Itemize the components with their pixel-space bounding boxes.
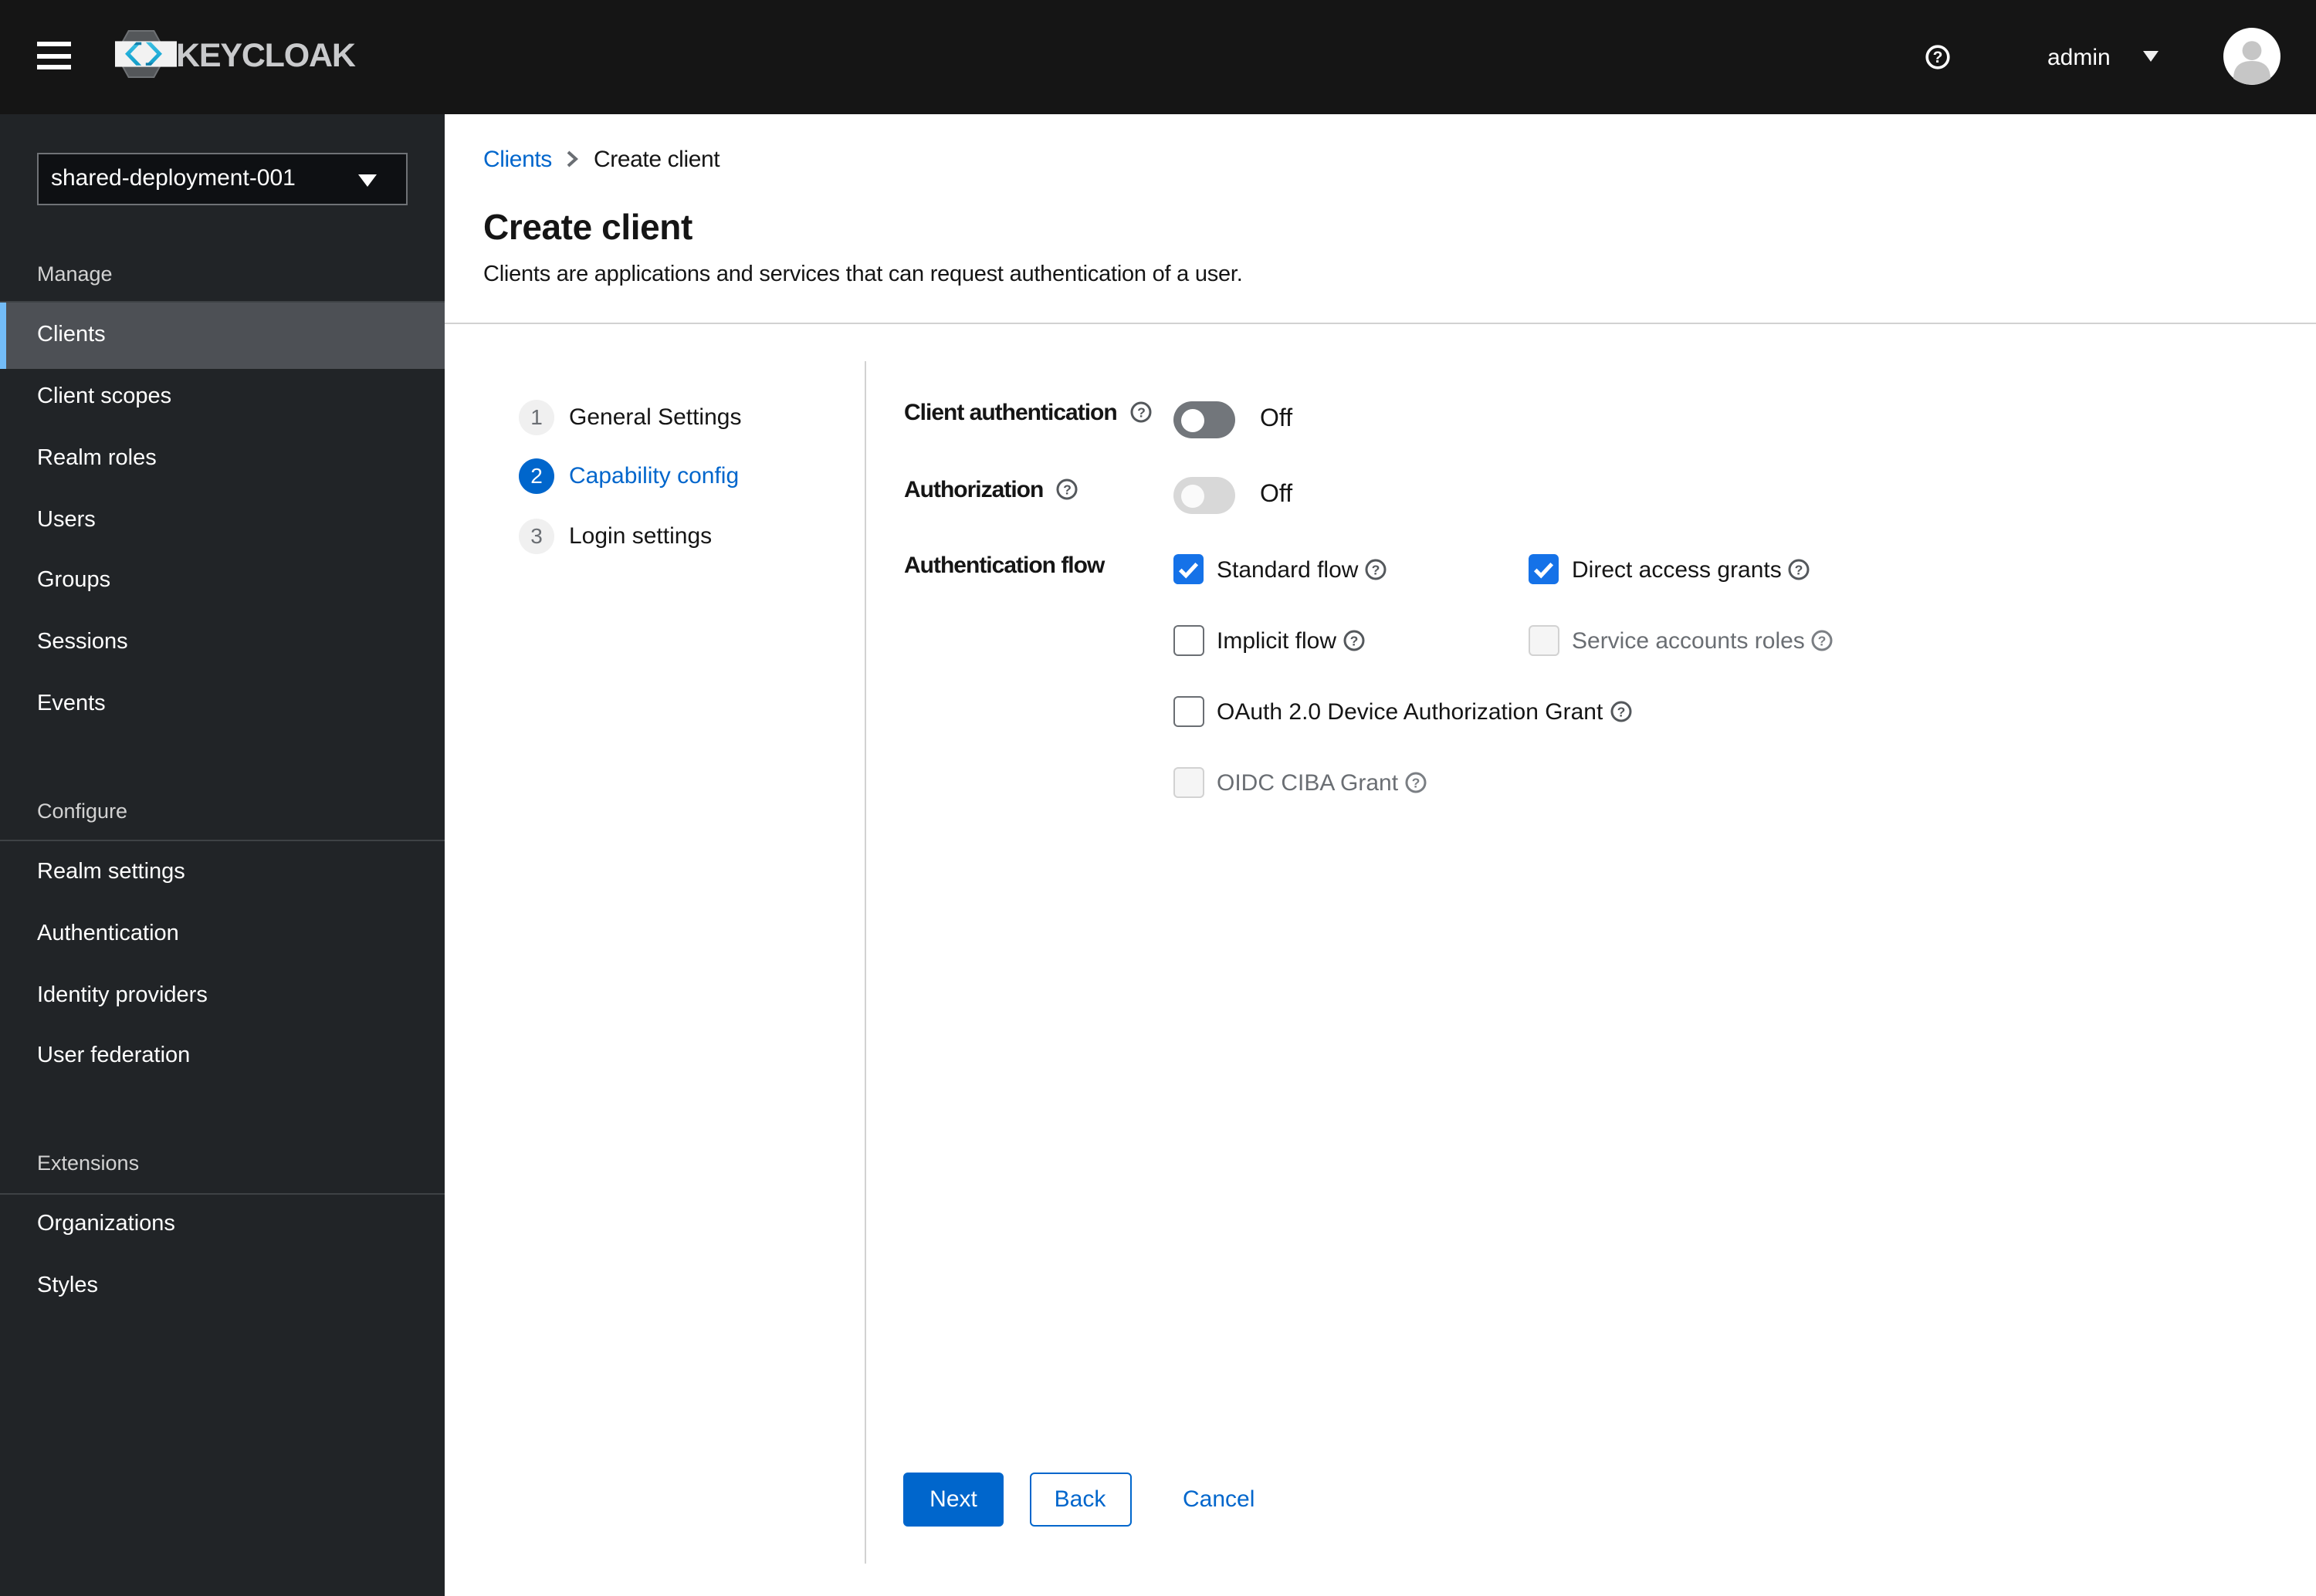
svg-text:?: ?	[1617, 704, 1625, 719]
svg-text:?: ?	[1137, 404, 1145, 419]
svg-text:?: ?	[1817, 633, 1826, 648]
svg-text:?: ?	[1411, 775, 1420, 790]
svg-text:?: ?	[1795, 562, 1803, 577]
svg-text:?: ?	[1933, 49, 1943, 66]
svg-text:?: ?	[1064, 481, 1072, 496]
svg-text:?: ?	[1350, 633, 1359, 648]
svg-text:?: ?	[1372, 562, 1380, 577]
svg-text:KEYCLOAK: KEYCLOAK	[176, 37, 356, 74]
